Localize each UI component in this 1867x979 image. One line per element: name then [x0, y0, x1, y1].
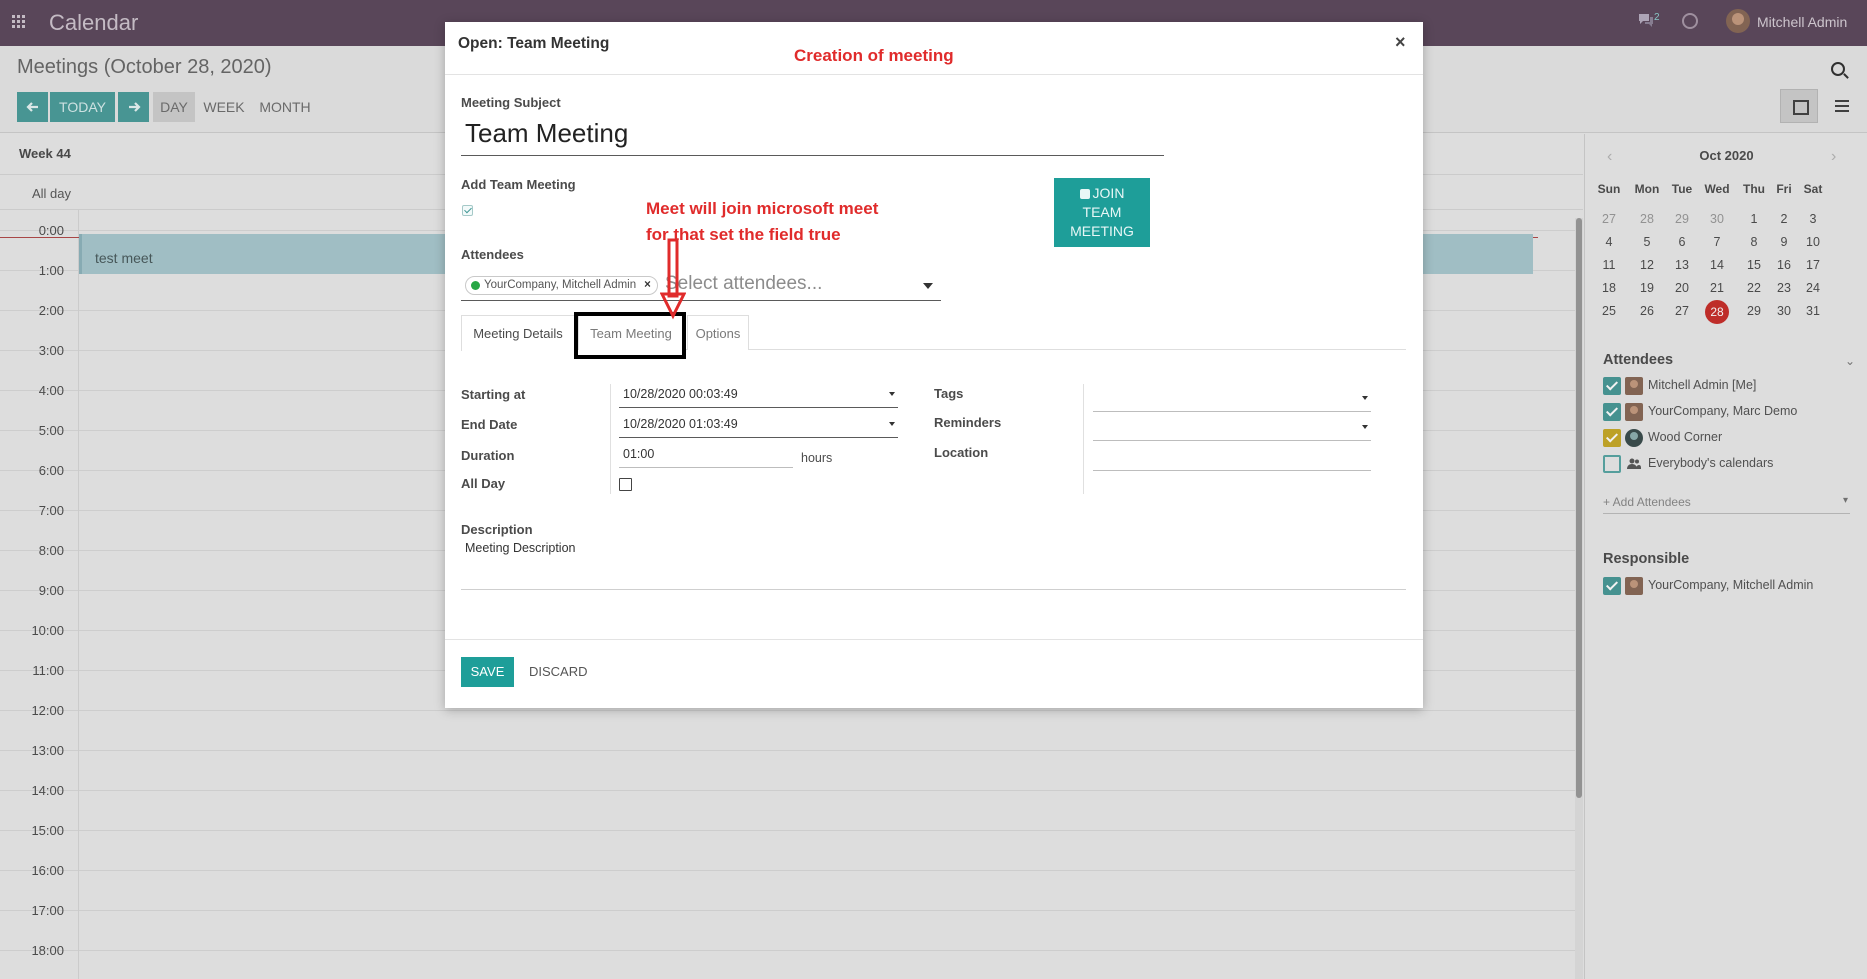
join-label-1: JOIN — [1092, 185, 1125, 201]
attendees-input[interactable]: YourCompany, Mitchell Admin × Select atte… — [461, 271, 941, 301]
subject-label: Meeting Subject — [461, 95, 561, 110]
annotation-creation-of-meeting: Creation of meeting — [794, 46, 954, 65]
modal-footer: SAVE DISCARD — [445, 639, 1423, 708]
end-date-label: End Date — [461, 417, 518, 432]
duration-input[interactable]: 01:00 — [619, 442, 793, 468]
column-divider — [610, 384, 611, 494]
remove-tag-icon[interactable]: × — [644, 279, 651, 291]
end-date-input[interactable]: 10/28/2020 01:03:49 — [619, 412, 898, 438]
attendee-tag-label: YourCompany, Mitchell Admin — [484, 279, 637, 291]
join-team-meeting-button[interactable]: JOIN TEAM MEETING — [1054, 178, 1150, 247]
modal-title: Open: Team Meeting — [458, 35, 610, 52]
close-icon[interactable]: × — [1395, 32, 1406, 53]
caret-down-icon — [889, 422, 895, 426]
duration-label: Duration — [461, 448, 515, 463]
attendees-label: Attendees — [461, 247, 524, 262]
meeting-dialog: Open: Team Meeting × Creation of meeting… — [445, 22, 1423, 708]
end-date-value: 10/28/2020 01:03:49 — [623, 417, 738, 431]
caret-down-icon[interactable] — [923, 283, 933, 289]
discard-button[interactable]: DISCARD — [529, 657, 588, 687]
tab-options[interactable]: Options — [687, 315, 749, 350]
arrow-down-icon — [660, 238, 686, 320]
location-label: Location — [934, 445, 989, 460]
starting-at-label: Starting at — [461, 387, 526, 402]
reminders-label: Reminders — [934, 415, 1002, 430]
add-team-meeting-label: Add Team Meeting — [461, 177, 576, 192]
meeting-subject-input[interactable] — [461, 112, 1164, 156]
reminders-input[interactable] — [1093, 415, 1371, 441]
join-label-2: TEAM — [1082, 204, 1122, 220]
caret-down-icon — [1362, 425, 1368, 429]
hours-label: hours — [801, 451, 833, 465]
description-label: Description — [461, 522, 533, 537]
caret-down-icon — [1362, 396, 1368, 400]
save-button[interactable]: SAVE — [461, 657, 514, 687]
duration-value: 01:00 — [623, 447, 655, 461]
attendees-placeholder: Select attendees... — [665, 273, 823, 294]
starting-at-value: 10/28/2020 00:03:49 — [623, 387, 738, 401]
tab-meeting-details[interactable]: Meeting Details — [461, 315, 575, 351]
description-input[interactable]: Meeting Description — [465, 541, 575, 555]
tags-input[interactable] — [1093, 386, 1371, 412]
tags-label: Tags — [934, 386, 964, 401]
attendee-tag: YourCompany, Mitchell Admin × — [465, 276, 658, 295]
all-day-label: All Day — [461, 476, 506, 491]
phone-icon — [1079, 189, 1090, 199]
add-team-meeting-checkbox[interactable] — [462, 205, 473, 216]
description-underline — [461, 589, 1406, 590]
annotation-join-meet-line-1: Meet will join microsoft meet — [646, 199, 879, 218]
all-day-checkbox[interactable] — [619, 478, 632, 491]
starting-at-input[interactable]: 10/28/2020 00:03:49 — [619, 382, 898, 408]
location-input[interactable] — [1093, 445, 1371, 471]
caret-down-icon — [889, 392, 895, 396]
join-label-3: MEETING — [1070, 223, 1134, 239]
column-divider — [1083, 384, 1084, 494]
online-status-icon — [471, 281, 480, 290]
